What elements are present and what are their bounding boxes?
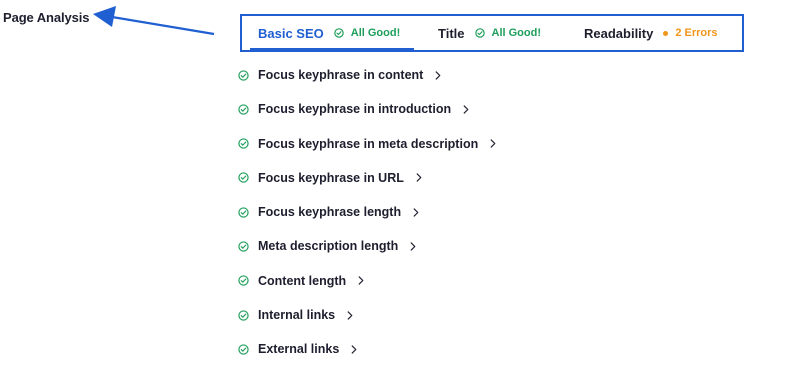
seo-checks-list: Focus keyphrase in content Focus keyphra… [238,64,496,373]
check-item-keyphrase-meta-description[interactable]: Focus keyphrase in meta description [238,133,496,155]
check-item-label: External links [258,342,340,357]
check-item-label: Focus keyphrase length [258,205,402,220]
chevron-right-icon [410,242,416,251]
chevron-right-icon [416,173,422,183]
tab-title[interactable]: Title All Good! [438,16,541,50]
tab-status-badge: All Good! [474,27,542,39]
chevron-right-icon [435,70,441,80]
check-circle-icon [238,207,249,218]
check-item-label: Focus keyphrase in URL [258,170,404,185]
check-item-label: Content length [258,273,347,288]
tab-status-text: All Good! [350,27,401,39]
tab-readability[interactable]: Readability 2 Errors [584,16,718,50]
active-tab-underline [250,48,414,50]
check-item-keyphrase-introduction[interactable]: Focus keyphrase in introduction [238,98,496,120]
check-circle-icon [238,138,249,149]
error-dot-icon [663,30,669,36]
check-circle-icon [238,172,249,184]
tab-status-badge: 2 Errors [663,27,718,39]
chevron-right-icon [347,310,353,320]
check-item-keyphrase-content[interactable]: Focus keyphrase in content [238,64,496,86]
chevron-right-icon [413,208,419,217]
chevron-right-icon [358,276,364,285]
check-item-internal-links[interactable]: Internal links [238,304,496,326]
tab-status-text: 2 Errors [675,27,718,39]
tab-label: Readability [584,25,654,41]
check-item-label: Focus keyphrase in meta description [258,136,479,151]
check-circle-icon [334,28,344,38]
chevron-right-icon [490,139,496,148]
chevron-right-icon [463,105,469,114]
tab-label: Title [438,25,465,41]
check-item-keyphrase-url[interactable]: Focus keyphrase in URL [238,167,496,189]
check-circle-icon [238,104,249,115]
check-item-label: Focus keyphrase in introduction [258,102,452,117]
tab-status-text: All Good! [491,27,542,39]
check-circle-icon [238,275,249,286]
check-item-label: Meta description length [258,239,399,254]
check-circle-icon [474,28,485,38]
check-item-keyphrase-length[interactable]: Focus keyphrase length [238,201,496,223]
check-item-label: Focus keyphrase in content [258,68,424,82]
check-item-external-links[interactable]: External links [238,338,496,360]
chevron-right-icon [351,345,357,354]
tab-basic-seo[interactable]: Basic SEO All Good! [258,16,400,50]
check-circle-icon [238,69,249,81]
page-analysis-label: Page Analysis [3,10,90,25]
check-item-label: Internal links [258,308,336,323]
tab-status-badge: All Good! [334,27,401,39]
check-circle-icon [238,241,249,252]
seo-tabs: Basic SEO All Good! Title All Good! Read… [240,14,744,52]
check-circle-icon [238,344,249,355]
check-item-meta-description-length[interactable]: Meta description length [238,235,496,257]
check-item-content-length[interactable]: Content length [238,270,496,292]
check-circle-icon [238,309,249,321]
tab-label: Basic SEO [258,25,324,41]
